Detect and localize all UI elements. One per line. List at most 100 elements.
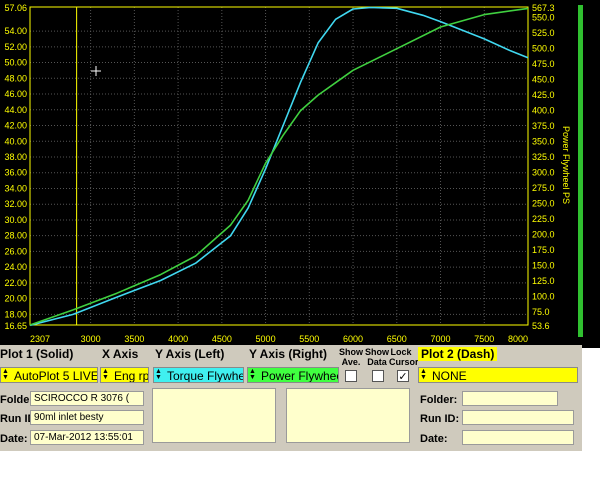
- yaxis-left-value: Torque Flywheel: [167, 369, 244, 383]
- y-tick-label: 44.00: [4, 105, 27, 115]
- y2-tick-label: 425.0: [532, 90, 555, 100]
- x-tick-label: 5500: [299, 334, 319, 344]
- y2-tick-label: 300.0: [532, 167, 555, 177]
- lock-cursor-label: Lock Cursor: [389, 347, 419, 367]
- y2-tick-label: 250.0: [532, 198, 555, 208]
- series-line-power: [29, 7, 529, 326]
- plot-side-bar: [578, 5, 583, 337]
- y-tick-label: 52.00: [4, 42, 27, 52]
- xaxis-title: X Axis: [102, 347, 139, 361]
- folder-field-1[interactable]: SCIROCCO R 3076 (: [30, 391, 144, 406]
- notes-box-1[interactable]: [152, 388, 276, 443]
- notes-box-2[interactable]: [286, 388, 410, 443]
- yaxis-left-spin-icon[interactable]: ▲ ▼: [155, 368, 165, 381]
- plot2-value: NONE: [432, 369, 467, 383]
- y-tick-label: 50.00: [4, 58, 27, 68]
- yaxis-right-title: Y Axis (Right): [249, 347, 328, 361]
- series-line-torque: [29, 6, 529, 327]
- plot1-value: AutoPlot 5 LIVE: [14, 369, 98, 383]
- x-tick-label: 8000: [508, 334, 528, 344]
- y2-tick-label: 400.0: [532, 106, 555, 116]
- runid-field-2[interactable]: [462, 410, 574, 425]
- yaxis-left-select[interactable]: ▲▼ Torque Flywheel: [153, 367, 244, 383]
- plot1-select[interactable]: ▲ ▼ AutoPlot 5 LIVE: [0, 367, 98, 383]
- date-label-2: Date:: [420, 433, 448, 445]
- y-tick-label: 28.00: [4, 231, 27, 241]
- runid-field-1[interactable]: 90ml inlet besty: [30, 410, 144, 425]
- x-tick-label: 2307: [30, 334, 50, 344]
- y2-axis-title: Power Flywheel PS: [561, 126, 571, 204]
- show-data-label: Show Data: [365, 347, 389, 367]
- yaxis-right-value: Power Flywheel: [261, 369, 339, 383]
- y2-tick-label: 525.0: [532, 28, 555, 38]
- y2-tick-label: 75.0: [532, 307, 550, 317]
- yaxis-right-spin-icon[interactable]: ▲ ▼: [249, 368, 259, 381]
- y2-tick-label: 450.0: [532, 75, 555, 85]
- y-tick-label: 16.65: [4, 321, 27, 331]
- date-field-2[interactable]: [462, 430, 574, 445]
- xaxis-select[interactable]: ▲▼ Eng rpm: [100, 367, 149, 383]
- y2-tick-label: 350.0: [532, 137, 555, 147]
- y-tick-label: 32.00: [4, 199, 27, 209]
- x-tick-label: 3000: [81, 334, 101, 344]
- y-tick-label: 54.00: [4, 26, 27, 36]
- x-tick-label: 7500: [474, 334, 494, 344]
- plot-frame: [29, 6, 529, 326]
- x-tick-label: 5000: [256, 334, 276, 344]
- runid-label-2: Run ID:: [420, 413, 460, 425]
- y-tick-label: 36.00: [4, 168, 27, 178]
- x-tick-label: 7000: [431, 334, 451, 344]
- yaxis-right-select[interactable]: ▲ ▼ Power Flywheel: [247, 367, 339, 383]
- y2-tick-label: 275.0: [532, 183, 555, 193]
- lock-cursor-checkbox[interactable]: ✓: [397, 370, 409, 383]
- y-tick-label: 22.00: [4, 278, 27, 288]
- yaxis-left-title: Y Axis (Left): [155, 347, 225, 361]
- chart-svg: 57.06 54.00 52.00 50.00 48.00 46.00 44.00 42.00…: [4, 3, 583, 344]
- y-tick-label: 30.00: [4, 215, 27, 225]
- plot1-title: Plot 1 (Solid): [0, 347, 74, 361]
- y-tick-label: 24.00: [4, 262, 27, 272]
- x-tick-label: 4500: [212, 334, 232, 344]
- y-tick-label: 38.00: [4, 152, 27, 162]
- y-tick-label: 26.00: [4, 246, 27, 256]
- folder-label-2: Folder:: [420, 394, 458, 406]
- plot2-title: Plot 2 (Dash): [418, 347, 498, 361]
- y-tick-label: 34.00: [4, 183, 27, 193]
- plot2-spin-icon[interactable]: ▲ ▼: [420, 368, 430, 381]
- date-label-1: Date:: [0, 433, 28, 445]
- crosshair-icon: [91, 66, 101, 76]
- y2-tick-label: 500.0: [532, 44, 555, 54]
- show-ave-label: Show Ave.: [339, 347, 363, 367]
- control-panel: Plot 1 (Solid) X Axis Y Axis (Left) Y Ax…: [0, 345, 582, 451]
- date-field-1[interactable]: 07-Mar-2012 13:55:01: [30, 430, 144, 445]
- y-tick-label: 46.00: [4, 89, 27, 99]
- x-tick-label: 3500: [124, 334, 144, 344]
- show-ave-checkbox[interactable]: [345, 370, 357, 382]
- y2-tick-label: 567.3: [532, 3, 555, 13]
- xaxis-value: Eng rpm: [114, 369, 149, 383]
- y2-tick-label: 550.0: [532, 13, 555, 23]
- y-tick-label: 42.00: [4, 121, 27, 131]
- y2-tick-label: 475.0: [532, 59, 555, 69]
- y-tick-label: 40.00: [4, 136, 27, 146]
- xaxis-spin-icon[interactable]: ▲ ▼: [102, 368, 112, 381]
- y2-tick-label: 375.0: [532, 121, 555, 131]
- y-tick-label: 57.06: [4, 3, 27, 13]
- x-tick-label: 4000: [168, 334, 188, 344]
- y-tick-label: 48.00: [4, 73, 27, 83]
- show-data-checkbox[interactable]: [372, 370, 384, 382]
- y2-tick-label: 53.6: [532, 321, 550, 331]
- plot2-select[interactable]: ▲ ▼ NONE: [418, 367, 578, 383]
- y2-tick-label: 225.0: [532, 214, 555, 224]
- y-tick-label: 18.00: [4, 309, 27, 319]
- y2-tick-label: 125.0: [532, 276, 555, 286]
- y2-tick-label: 100.0: [532, 291, 555, 301]
- y2-tick-label: 150.0: [532, 260, 555, 270]
- plot1-spin-icon[interactable]: ▲ ▼: [2, 368, 12, 381]
- y-tick-label: 20.00: [4, 294, 27, 304]
- folder-field-2[interactable]: [462, 391, 558, 406]
- dyno-chart[interactable]: 57.06 54.00 52.00 50.00 48.00 46.00 44.00 42.00…: [0, 0, 600, 348]
- x-tick-label: 6000: [343, 334, 363, 344]
- y2-tick-label: 200.0: [532, 229, 555, 239]
- y2-tick-label: 175.0: [532, 245, 555, 255]
